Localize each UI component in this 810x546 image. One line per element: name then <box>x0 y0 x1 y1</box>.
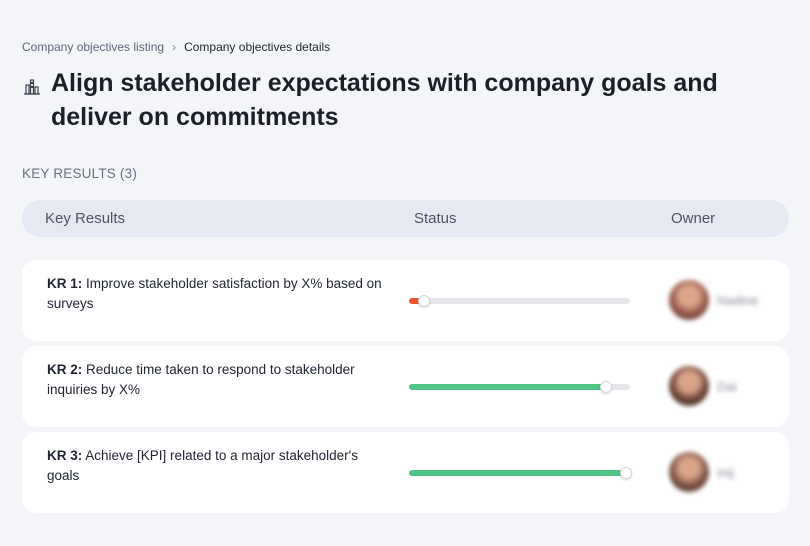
progress-slider-handle[interactable] <box>599 381 612 393</box>
owner: Inij <box>669 452 734 492</box>
owner-name: Inij <box>717 464 734 480</box>
key-result-text: Improve stakeholder satisfaction by X% b… <box>47 276 382 311</box>
key-result-code: KR 2: <box>47 362 83 377</box>
avatar <box>669 366 709 406</box>
avatar <box>669 452 709 492</box>
page-title: Align stakeholder expectations with comp… <box>51 69 718 131</box>
breadcrumb-separator-icon: › <box>172 40 177 54</box>
column-header-status: Status <box>414 210 457 227</box>
key-result-text: Reduce time taken to respond to stakehol… <box>47 362 355 397</box>
building-chart-icon <box>24 79 40 95</box>
key-result-description: KR 3: Achieve [KPI] related to a major s… <box>47 446 387 486</box>
status-progress-bar <box>409 295 630 307</box>
progress-slider-handle[interactable] <box>418 295 431 307</box>
breadcrumb-link-objectives-listing[interactable]: Company objectives listing <box>22 40 164 54</box>
key-result-code: KR 3: <box>47 448 83 463</box>
key-results-section-label: KEY RESULTS (3) <box>22 166 138 181</box>
owner: Dai <box>669 366 737 406</box>
progress-fill <box>409 470 626 476</box>
key-result-code: KR 1: <box>47 276 83 291</box>
progress-fill <box>409 384 606 390</box>
status-progress-bar <box>409 381 630 393</box>
key-result-row[interactable]: KR 2: Reduce time taken to respond to st… <box>22 346 789 427</box>
progress-slider-handle[interactable] <box>619 467 632 479</box>
key-result-description: KR 1: Improve stakeholder satisfaction b… <box>47 274 387 314</box>
column-header-owner: Owner <box>671 210 716 227</box>
breadcrumb-current: Company objectives details <box>184 40 331 54</box>
avatar <box>669 280 709 320</box>
owner: Nadine <box>669 280 758 320</box>
key-result-row[interactable]: KR 3: Achieve [KPI] related to a major s… <box>22 432 789 513</box>
key-result-row[interactable]: KR 1: Improve stakeholder satisfaction b… <box>22 260 789 341</box>
owner-name: Dai <box>717 378 737 394</box>
key-results-table-header: Key Results Status Owner <box>22 200 789 237</box>
title-row: Align stakeholder expectations with comp… <box>22 66 751 134</box>
status-progress-bar <box>409 467 632 479</box>
key-result-text: Achieve [KPI] related to a major stakeho… <box>47 448 358 483</box>
key-result-description: KR 2: Reduce time taken to respond to st… <box>47 360 387 400</box>
column-header-key-results: Key Results <box>45 210 126 227</box>
owner-name: Nadine <box>717 292 759 308</box>
breadcrumb: Company objectives listing › Company obj… <box>22 40 330 54</box>
